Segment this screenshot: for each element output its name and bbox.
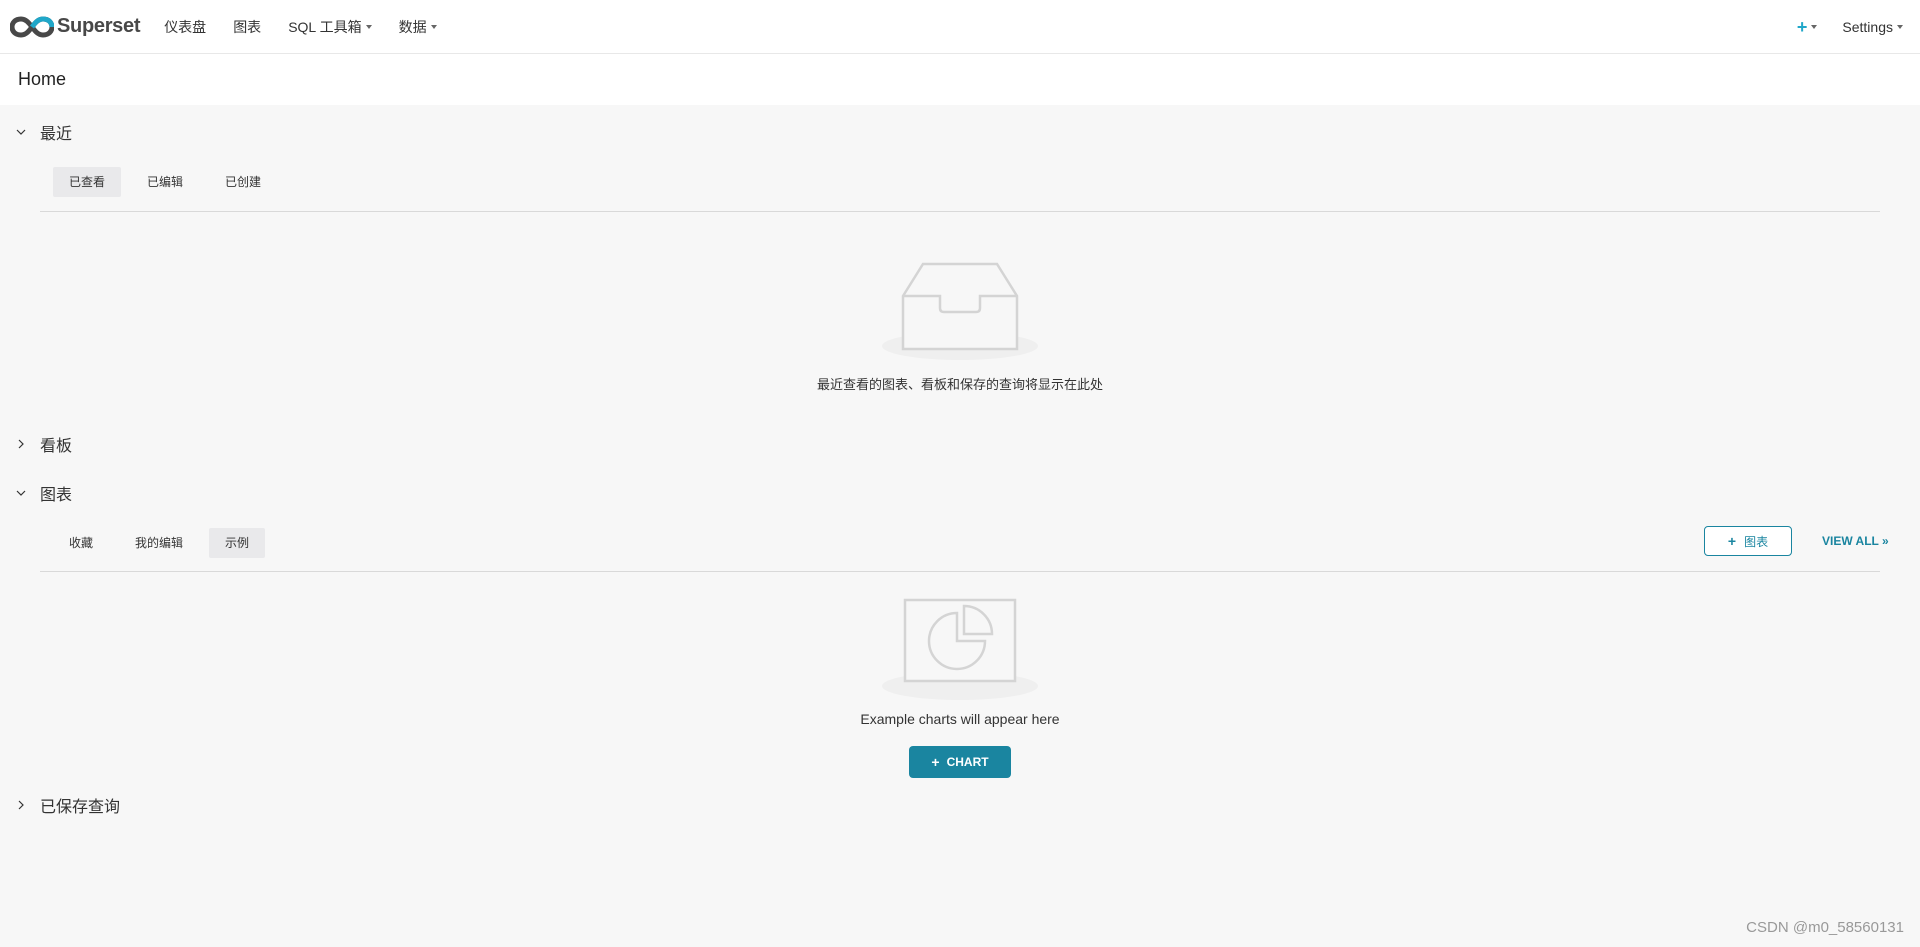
panel-saved-queries-header[interactable]: 已保存查询 (16, 793, 120, 817)
nav-data-label: 数据 (398, 18, 427, 35)
nav-dashboards-label: 仪表盘 (164, 18, 207, 35)
plus-icon: + (1796, 16, 1808, 37)
tab-favorites[interactable]: 收藏 (53, 528, 109, 558)
caret-down-icon (1897, 24, 1903, 29)
tabs-divider (40, 571, 1880, 572)
chevron-down-icon (16, 490, 26, 496)
nav-sql-lab-label: SQL 工具箱 (288, 18, 362, 35)
chevron-right-icon (18, 439, 24, 449)
caret-down-icon (430, 24, 437, 29)
tab-edited[interactable]: 已编辑 (131, 167, 199, 197)
caret-down-icon (1811, 24, 1818, 29)
panel-recent-title: 最近 (40, 126, 73, 143)
recent-tabs: 已查看 已编辑 已创建 (53, 167, 287, 197)
watermark: CSDN @m0_58560131 (1746, 919, 1904, 936)
superset-logo-icon (10, 15, 54, 38)
tab-examples[interactable]: 示例 (209, 528, 266, 558)
panel-charts-header[interactable]: 图表 (16, 481, 72, 505)
caret-down-icon (365, 24, 372, 29)
recent-empty-message: 最近查看的图表、看板和保存的查询将显示在此处 (816, 377, 1103, 392)
tab-viewed[interactable]: 已查看 (53, 167, 122, 197)
panel-dashboards-title: 看板 (40, 438, 73, 455)
nav-dashboards[interactable]: 仪表盘 (164, 17, 206, 37)
empty-chart-icon (882, 598, 1038, 700)
charts-tabs: 收藏 我的编辑 示例 (53, 528, 275, 558)
chevron-right-icon (18, 800, 24, 810)
add-chart-label: 图表 (1744, 534, 1769, 549)
nav-data[interactable]: 数据 (399, 17, 437, 37)
panel-recent-header[interactable]: 最近 (16, 120, 72, 144)
chevron-down-icon (16, 129, 26, 135)
add-chart-button[interactable]: + 图表 (1704, 526, 1792, 556)
nav-sql-lab[interactable]: SQL 工具箱 (288, 17, 372, 37)
new-item-menu[interactable]: + (1796, 16, 1818, 37)
plus-icon: + (1727, 533, 1737, 549)
settings-menu[interactable]: Settings (1842, 19, 1903, 35)
panel-saved-queries-title: 已保存查询 (40, 799, 121, 816)
create-chart-label: CHART (946, 755, 989, 769)
empty-inbox-icon (882, 262, 1038, 360)
nav-charts-label: 图表 (233, 18, 262, 35)
tabs-divider (40, 211, 1880, 212)
tab-my-edits[interactable]: 我的编辑 (119, 528, 199, 558)
view-all-link[interactable]: VIEW ALL » (1822, 534, 1889, 548)
brand-name: Superset (57, 15, 141, 37)
panel-dashboards-header[interactable]: 看板 (16, 432, 72, 456)
navbar-right: + Settings (1796, 16, 1903, 37)
charts-empty-message: Example charts will appear here (860, 711, 1060, 727)
create-chart-button[interactable]: + CHART (909, 746, 1011, 778)
brand-logo[interactable]: Superset (10, 15, 140, 38)
tab-created[interactable]: 已创建 (209, 167, 277, 197)
nav-charts[interactable]: 图表 (233, 17, 261, 37)
plus-icon: + (931, 754, 940, 770)
settings-label: Settings (1842, 18, 1893, 35)
panel-charts-title: 图表 (40, 487, 73, 504)
main-menu: 仪表盘 图表 SQL 工具箱 数据 (164, 17, 463, 37)
top-navbar: Superset 仪表盘 图表 SQL 工具箱 数据 + Settings (0, 0, 1920, 54)
page-title: Home (18, 69, 67, 89)
home-header: Home (0, 54, 1920, 105)
